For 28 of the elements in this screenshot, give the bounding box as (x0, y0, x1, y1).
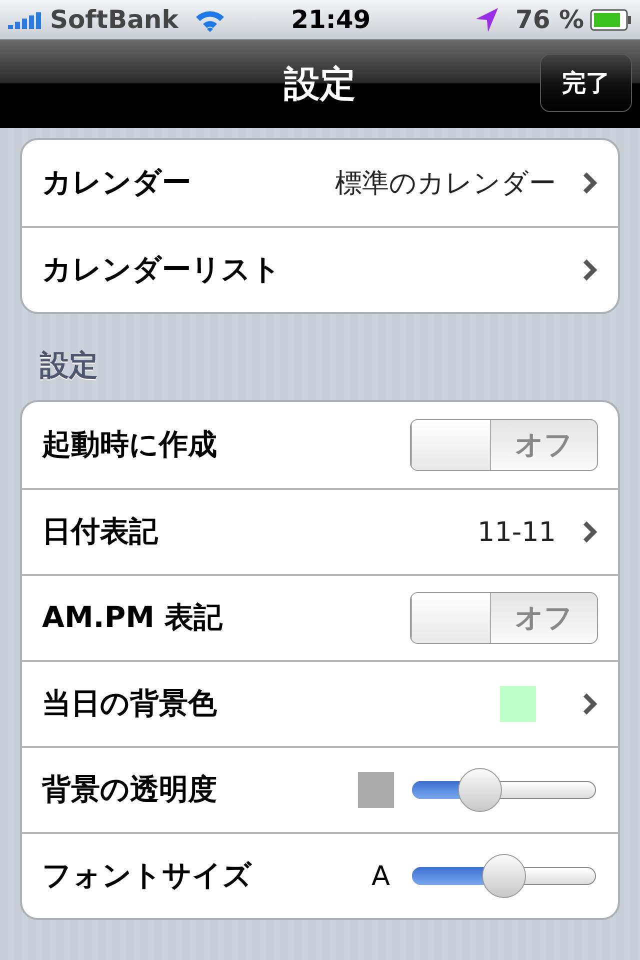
row-value: 標準のカレンダー (335, 167, 556, 201)
done-button[interactable]: 完了 (540, 54, 632, 112)
row-label: AM.PM 表記 (42, 599, 224, 636)
row-label: 日付表記 (42, 513, 159, 550)
section-header: 設定 (40, 347, 99, 384)
chevron-icon (582, 692, 598, 716)
battery-icon (590, 8, 632, 30)
row-label: フォントサイズ (42, 857, 253, 894)
chevron-icon (582, 171, 598, 195)
row-label: 背景の透明度 (42, 771, 218, 808)
slider[interactable] (412, 768, 596, 812)
chevron-icon (582, 520, 598, 544)
nav-title: 設定 (284, 62, 356, 106)
location-arrow-icon (475, 6, 500, 32)
row-label: カレンダー (42, 164, 192, 201)
slider[interactable] (412, 854, 596, 898)
toggle-switch[interactable]: オフ (410, 592, 598, 644)
chevron-icon (582, 258, 598, 282)
battery-percent: 76 % (515, 5, 584, 34)
clock-time: 21:49 (291, 5, 371, 34)
row-label: カレンダーリスト (42, 251, 282, 288)
row-value: 11-11 (478, 516, 556, 548)
row-label: 当日の背景色 (42, 685, 218, 722)
font-preview: A (372, 860, 390, 892)
carrier-name: SoftBank (50, 5, 178, 34)
row-label: 起動時に作成 (42, 426, 218, 463)
toggle-switch[interactable]: オフ (410, 419, 598, 471)
signal-icon (8, 10, 44, 28)
